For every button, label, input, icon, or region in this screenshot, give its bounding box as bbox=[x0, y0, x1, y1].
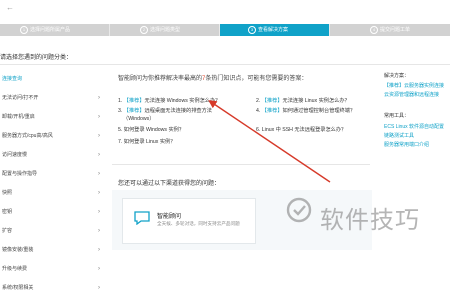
sidebar-item-label: 系统/权限相关 bbox=[2, 285, 34, 291]
chevron-right-icon: › bbox=[98, 285, 100, 291]
sidebar-item-system-permission[interactable]: 系统/权限相关 › bbox=[0, 279, 104, 298]
watermark-logo-icon bbox=[285, 196, 313, 224]
sidebar-item-label: 升级与续费 bbox=[2, 266, 28, 272]
chevron-right-icon: › bbox=[98, 266, 100, 272]
watermark-text: 软件技巧 bbox=[320, 206, 420, 234]
sidebar-item-upgrade-renew[interactable]: 升级与续费 › bbox=[0, 260, 104, 279]
